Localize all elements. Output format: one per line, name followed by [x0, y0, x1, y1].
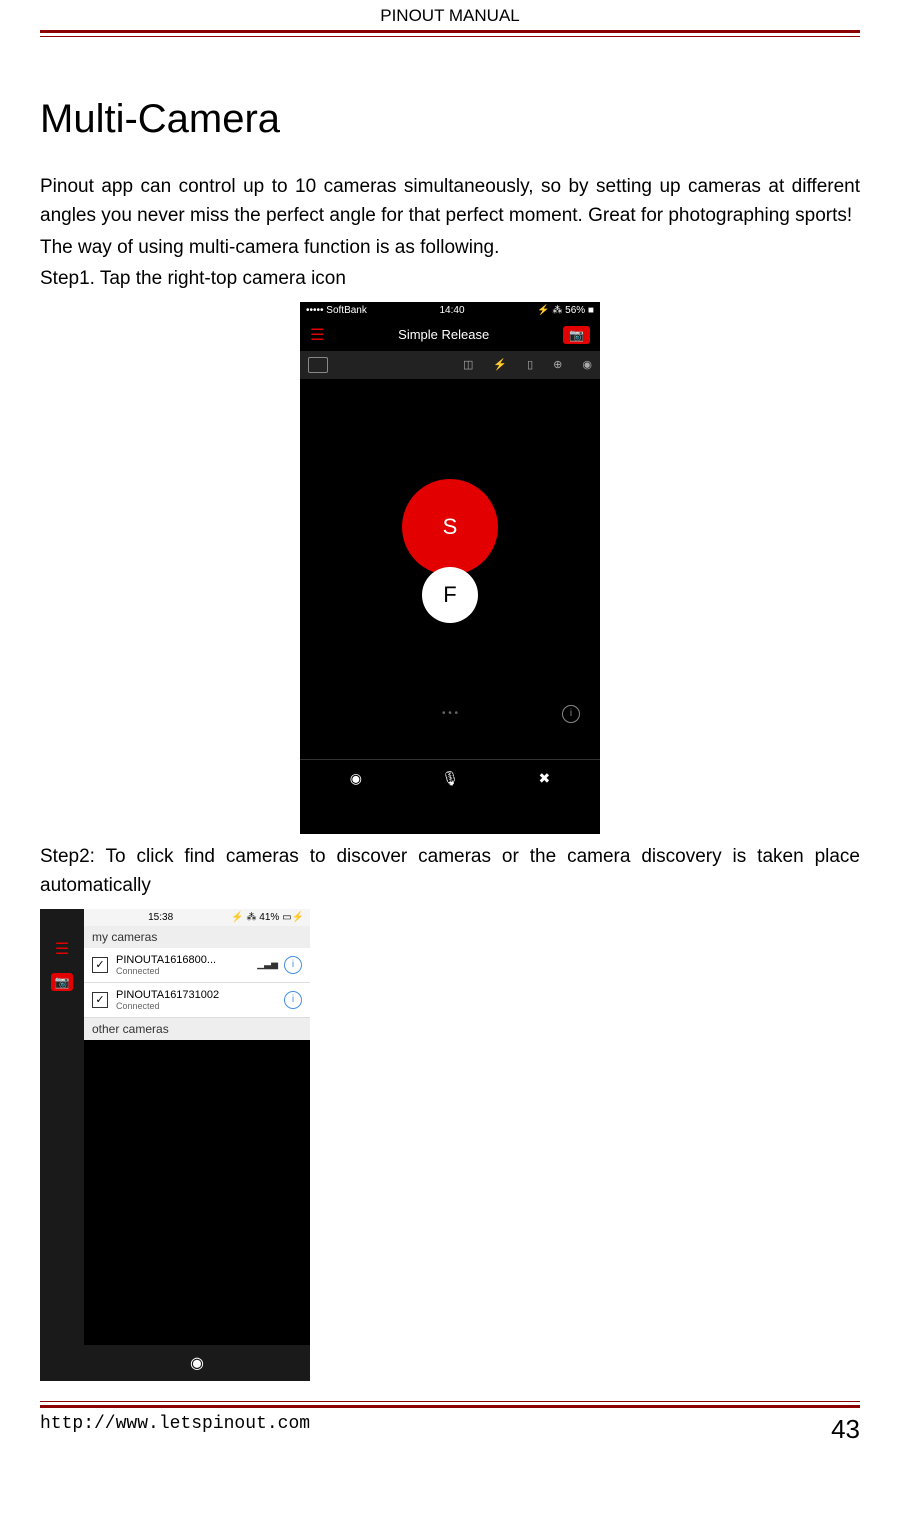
- status-bar: ••••• SoftBank 14:40 ⚡ ⁂ 56% ■: [300, 302, 600, 319]
- camera-icon[interactable]: [308, 357, 328, 373]
- menu-icon[interactable]: ☰: [55, 939, 69, 959]
- tools-icon[interactable]: ✖: [539, 770, 551, 787]
- page-title: Multi-Camera: [40, 97, 860, 142]
- camera-button[interactable]: 📷: [563, 326, 590, 344]
- camera-row[interactable]: ✓ PINOUTA161731002 Connected i: [84, 983, 310, 1018]
- empty-area: [84, 1040, 310, 1345]
- status-battery: ⚡ ⁂ 41% ▭⚡: [231, 912, 304, 923]
- signal-icon: ▁▃▅: [257, 959, 278, 970]
- carrier-text: ••••• SoftBank: [306, 305, 367, 316]
- camera-button-side[interactable]: 📷: [51, 973, 74, 991]
- focus-button-f[interactable]: F: [422, 567, 478, 623]
- camera-row[interactable]: ✓ PINOUTA1616800... Connected ▁▃▅ i: [84, 948, 310, 983]
- status-time: 15:38: [148, 912, 173, 923]
- info-icon[interactable]: i: [284, 956, 302, 974]
- section-my-cameras: my cameras: [84, 926, 310, 948]
- page-header-title: PINOUT MANUAL: [40, 0, 860, 30]
- status-battery: ⚡ ⁂ 56% ■: [537, 305, 594, 316]
- record-icon[interactable]: ◉: [190, 1355, 204, 1372]
- camera-name: PINOUTA1616800...: [116, 954, 257, 966]
- flash-icon[interactable]: ⚡: [493, 358, 507, 371]
- intro-paragraph: Pinout app can control up to 10 cameras …: [40, 172, 860, 231]
- screenshot-simple-release: ••••• SoftBank 14:40 ⚡ ⁂ 56% ■ ☰ Simple …: [300, 302, 600, 834]
- section-other-cameras: other cameras: [84, 1018, 310, 1040]
- add-icon[interactable]: ⊕: [553, 358, 562, 371]
- footer-url: http://www.letspinout.com: [40, 1414, 310, 1445]
- bottom-bar: ◉: [84, 1345, 310, 1381]
- screenshot-camera-list: ☰ 📷 15:38 ⚡ ⁂ 41% ▭⚡ my cameras ✓: [40, 909, 310, 1381]
- footer-rule-thin: [40, 1401, 860, 1402]
- camera-name: PINOUTA161731002: [116, 989, 278, 1001]
- page-number: 43: [831, 1414, 860, 1445]
- shutter-icon[interactable]: ◫: [463, 358, 473, 371]
- mic-icon[interactable]: 🎙: [441, 770, 459, 787]
- info-icon[interactable]: i: [284, 991, 302, 1009]
- status-time: 14:40: [439, 305, 464, 316]
- checkbox-icon[interactable]: ✓: [92, 992, 108, 1008]
- menu-icon[interactable]: ☰: [310, 325, 324, 345]
- nav-bar: ☰ Simple Release 📷: [300, 319, 600, 351]
- side-strip: ☰ 📷: [40, 909, 84, 1381]
- toolbar: ◫ ⚡ ▯ ⊕ ◉: [300, 351, 600, 379]
- camera-status: Connected: [116, 1001, 278, 1011]
- camera-status: Connected: [116, 966, 257, 976]
- checkbox-icon[interactable]: ✓: [92, 957, 108, 973]
- screen-title: Simple Release: [398, 327, 489, 342]
- step1-text: Step1. Tap the right-top camera icon: [40, 264, 860, 293]
- pin-icon[interactable]: ◉: [582, 358, 592, 371]
- header-rule-thick: [40, 30, 860, 33]
- step2-text: Step2: To click find cameras to discover…: [40, 842, 860, 901]
- page-dots: • • •: [442, 708, 458, 719]
- usage-paragraph: The way of using multi-camera function i…: [40, 233, 860, 262]
- shutter-button-s[interactable]: S: [402, 479, 498, 575]
- record-icon[interactable]: ◉: [350, 770, 362, 787]
- status-bar: 15:38 ⚡ ⁂ 41% ▭⚡: [84, 909, 310, 926]
- device-icon[interactable]: ▯: [527, 358, 533, 371]
- info-icon[interactable]: i: [562, 705, 580, 723]
- bottom-toolbar: ◉ 🎙 ✖: [300, 759, 600, 797]
